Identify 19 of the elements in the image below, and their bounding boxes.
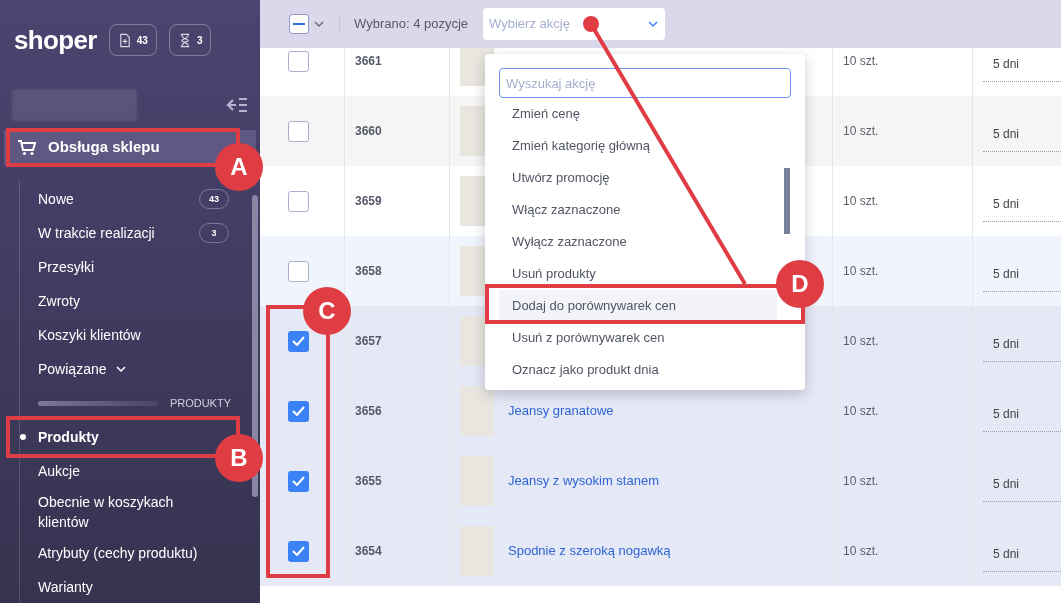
- product-id: 3659: [355, 193, 382, 210]
- product-id: 3658: [355, 263, 382, 280]
- stock-quantity: 10 szt.: [843, 193, 879, 210]
- selection-count-text: Wybrano: 4 pozycje: [354, 15, 469, 34]
- stock-quantity: 10 szt.: [843, 543, 879, 560]
- product-id: 3656: [355, 403, 382, 420]
- product-id: 3661: [355, 53, 382, 70]
- stock-quantity: 10 szt.: [843, 53, 879, 70]
- product-id: 3660: [355, 123, 382, 140]
- stock-quantity: 10 szt.: [843, 123, 879, 140]
- stock-quantity: 10 szt.: [843, 333, 879, 350]
- stock-quantity: 10 szt.: [843, 473, 879, 490]
- section-label: PRODUKTY: [168, 395, 231, 411]
- product-id: 3654: [355, 543, 382, 560]
- stock-quantity: 10 szt.: [843, 403, 879, 420]
- product-id: 3657: [355, 333, 382, 350]
- stock-quantity: 10 szt.: [843, 263, 879, 280]
- product-id: 3655: [355, 473, 382, 490]
- logo-text: shoper: [14, 27, 97, 53]
